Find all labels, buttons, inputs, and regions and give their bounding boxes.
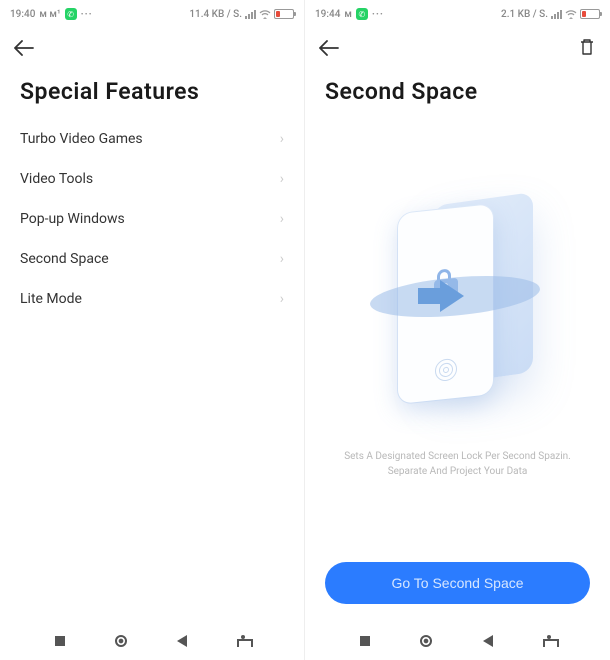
system-nav xyxy=(305,622,610,660)
delete-button[interactable] xyxy=(578,38,596,60)
menu-item-second-space[interactable]: Second Space › xyxy=(20,239,284,279)
chevron-right-icon: › xyxy=(280,131,284,147)
status-bar: 19:44 м ✆ ··· 2.1 KB / S. xyxy=(305,0,610,28)
caption-line-2: Separate And Project Your Data xyxy=(344,464,571,479)
menu-label: Second Space xyxy=(20,251,109,267)
screen-second-space: 19:44 м ✆ ··· 2.1 KB / S. Second Space xyxy=(305,0,610,660)
whatsapp-icon: ✆ xyxy=(356,8,368,20)
page-title: Second Space xyxy=(305,70,610,119)
menu-item-lite-mode[interactable]: Lite Mode › xyxy=(20,279,284,319)
clock-sub: м м¹ xyxy=(39,9,60,20)
caption-line-1: Sets A Designated Screen Lock Per Second… xyxy=(344,451,571,462)
back-button[interactable] xyxy=(319,37,339,61)
chevron-right-icon: › xyxy=(280,171,284,187)
menu-label: Video Tools xyxy=(20,171,93,187)
page-title: Special Features xyxy=(0,70,304,119)
battery-icon xyxy=(274,9,294,19)
whatsapp-icon: ✆ xyxy=(65,8,77,20)
app-bar xyxy=(305,28,610,70)
signal-icon xyxy=(245,10,256,19)
screen-special-features: 19:40 м м¹ ✆ ··· 11.4 KB / S. Special Fe… xyxy=(0,0,305,660)
wifi-icon xyxy=(565,9,577,19)
network-speed: 2.1 KB / S. xyxy=(501,9,548,20)
accessibility-button[interactable] xyxy=(237,635,249,647)
go-to-second-space-button[interactable]: Go To Second Space xyxy=(325,562,590,604)
home-button[interactable] xyxy=(420,635,432,647)
wifi-icon xyxy=(259,9,271,19)
cta-label: Go To Second Space xyxy=(391,575,523,591)
menu-list: Turbo Video Games › Video Tools › Pop-up… xyxy=(0,119,304,319)
menu-label: Pop-up Windows xyxy=(20,211,125,227)
menu-item-turbo-video-games[interactable]: Turbo Video Games › xyxy=(20,119,284,159)
accessibility-button[interactable] xyxy=(543,635,555,647)
back-nav-button[interactable] xyxy=(483,635,493,647)
back-nav-button[interactable] xyxy=(177,635,187,647)
fingerprint-icon xyxy=(434,358,456,382)
caption: Sets A Designated Screen Lock Per Second… xyxy=(340,449,575,479)
recents-button[interactable] xyxy=(360,636,370,646)
clock: 19:44 xyxy=(315,9,340,20)
more-notifications-icon: ··· xyxy=(372,9,384,20)
home-button[interactable] xyxy=(115,635,127,647)
clock: 19:40 xyxy=(10,9,35,20)
recents-button[interactable] xyxy=(55,636,65,646)
second-space-illustration xyxy=(358,179,558,429)
app-bar xyxy=(0,28,304,70)
menu-item-video-tools[interactable]: Video Tools › xyxy=(20,159,284,199)
chevron-right-icon: › xyxy=(280,291,284,307)
signal-icon xyxy=(551,10,562,19)
menu-item-popup-windows[interactable]: Pop-up Windows › xyxy=(20,199,284,239)
clock-sub: м xyxy=(344,9,352,20)
back-button[interactable] xyxy=(14,37,34,61)
chevron-right-icon: › xyxy=(280,251,284,267)
status-bar: 19:40 м м¹ ✆ ··· 11.4 KB / S. xyxy=(0,0,304,28)
battery-icon xyxy=(580,9,600,19)
trash-icon xyxy=(578,38,596,56)
chevron-right-icon: › xyxy=(280,211,284,227)
system-nav xyxy=(0,622,304,660)
menu-label: Lite Mode xyxy=(20,291,82,307)
more-notifications-icon: ··· xyxy=(81,9,93,20)
network-speed: 11.4 KB / S. xyxy=(189,9,242,20)
menu-label: Turbo Video Games xyxy=(20,131,143,147)
